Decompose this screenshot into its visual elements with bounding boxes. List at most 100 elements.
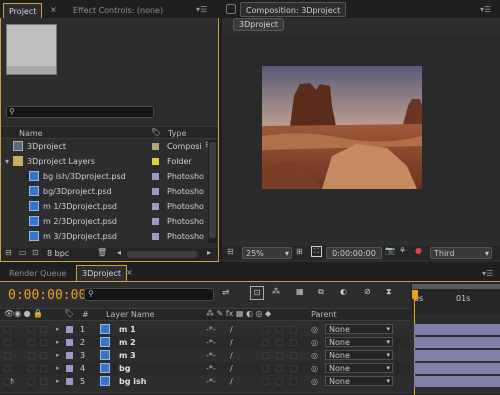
quality-switch-icon[interactable]: / <box>230 336 233 349</box>
pick-whip-icon[interactable]: ◎ <box>311 349 318 362</box>
comp-panel-menu-icon[interactable]: ▾☰ <box>480 5 491 14</box>
tab-project[interactable]: Project <box>3 3 43 18</box>
switch-box[interactable] <box>276 326 283 333</box>
label-swatch[interactable] <box>152 173 159 180</box>
scroll-left-icon[interactable]: ◂ <box>117 248 121 257</box>
solo-toggle[interactable] <box>28 365 35 372</box>
trash-icon[interactable]: 🗑 <box>97 248 107 257</box>
timeline-search-input[interactable]: ⚲ <box>84 288 214 301</box>
switch-box[interactable] <box>276 378 283 385</box>
brainstorm-icon[interactable]: ◐ <box>340 287 347 296</box>
channel-icon[interactable]: ● <box>415 246 422 255</box>
expand-chevron-icon[interactable]: ▸ <box>56 349 60 362</box>
new-folder-icon[interactable]: ▭ <box>19 248 27 257</box>
shy-switch-icon[interactable]: -*- <box>206 362 216 375</box>
expand-chevron-icon[interactable]: ▸ <box>56 362 60 375</box>
layer-row[interactable]: ▸ 1 m 1 -*- / ◎ None <box>0 323 410 336</box>
video-toggle[interactable] <box>4 339 11 346</box>
parent-select[interactable]: None <box>325 376 393 386</box>
time-ruler[interactable]: 0s 01s <box>410 282 500 314</box>
tab-timeline-3dproject[interactable]: 3Dproject <box>76 265 128 281</box>
switch-box[interactable] <box>290 365 297 372</box>
expand-chevron-icon[interactable]: ▸ <box>56 336 60 349</box>
comp-navigator-button[interactable]: 3Dproject <box>233 18 285 31</box>
switch-box[interactable] <box>262 326 269 333</box>
label-swatch[interactable] <box>152 233 159 240</box>
quality-switch-icon[interactable]: / <box>230 362 233 375</box>
comp-mini-flowchart-icon[interactable]: ⇌ <box>222 288 230 298</box>
layer-label-swatch[interactable] <box>66 339 73 346</box>
comp-lock-icon[interactable] <box>226 4 236 14</box>
always-preview-icon[interactable]: ⊟ <box>227 247 234 256</box>
pick-whip-icon[interactable]: ◎ <box>311 323 318 336</box>
project-item[interactable]: ▾ 3Dproject Layers Folder <box>3 155 218 168</box>
project-item[interactable]: bg/3Dproject.psd Photosho <box>3 185 218 198</box>
lock-toggle[interactable] <box>40 378 47 385</box>
switch-box[interactable] <box>276 339 283 346</box>
draft-3d-icon[interactable]: ⊡ <box>250 286 264 300</box>
label-column-icon[interactable]: 🏷 <box>151 128 161 137</box>
project-item[interactable]: bg ish/3Dproject.psd Photosho <box>3 170 218 183</box>
switch-box[interactable] <box>262 352 269 359</box>
parent-select[interactable]: None <box>325 350 393 360</box>
layer-name[interactable]: m 1 <box>119 323 136 336</box>
tab-close-icon[interactable]: × <box>50 5 57 14</box>
switch-box[interactable] <box>290 378 297 385</box>
snapshot-icon[interactable]: 📷 <box>385 246 395 255</box>
tab-composition[interactable]: Composition: 3Dproject <box>240 2 347 17</box>
video-toggle[interactable] <box>4 378 11 385</box>
current-time-indicator[interactable] <box>412 290 418 300</box>
lock-toggle[interactable] <box>40 326 47 333</box>
pick-whip-icon[interactable]: ◎ <box>311 362 318 375</box>
parent-select[interactable]: None <box>325 324 393 334</box>
interpret-footage-icon[interactable]: ⊟ <box>5 248 12 257</box>
pick-whip-icon[interactable]: ◎ <box>311 375 318 388</box>
view-select[interactable]: Third ▾ <box>430 247 492 259</box>
panel-menu-icon[interactable]: ▾☰ <box>196 5 207 14</box>
layer-name-header[interactable]: Layer Name <box>106 310 154 319</box>
layer-row[interactable]: 👁▸5bg ish-*-/◎None <box>0 375 410 388</box>
quality-switch-icon[interactable]: / <box>230 349 233 362</box>
quality-switch-icon[interactable]: / <box>230 375 233 388</box>
tab-effect-controls[interactable]: Effect Controls: (none) <box>68 3 168 18</box>
grid-icon[interactable]: ⊞ <box>296 247 303 256</box>
motion-blur-icon[interactable]: ⧉ <box>318 287 324 297</box>
chevron-down-icon[interactable]: ▾ <box>5 155 9 168</box>
parent-select[interactable]: None <box>325 363 393 373</box>
label-swatch[interactable] <box>152 203 159 210</box>
label-swatch[interactable] <box>152 158 159 165</box>
layer-duration-bar[interactable] <box>414 376 500 387</box>
shy-icon[interactable]: ⁂ <box>272 287 280 296</box>
horizontal-scrollbar[interactable] <box>127 251 197 258</box>
solo-toggle[interactable] <box>28 352 35 359</box>
label-swatch[interactable] <box>152 218 159 225</box>
project-item[interactable]: m 2/3Dproject.psd Photosho <box>3 215 218 228</box>
comp-timecode[interactable]: 0:00:00:00 <box>326 247 382 259</box>
vertical-scrollbar[interactable] <box>208 140 217 243</box>
tab-render-queue[interactable]: Render Queue <box>4 266 71 281</box>
switch-box[interactable] <box>262 378 269 385</box>
layer-duration-bar[interactable] <box>414 350 500 361</box>
shy-switch-icon[interactable]: -*- <box>206 323 216 336</box>
project-item[interactable]: 3Dproject Composi <box>3 140 218 153</box>
layer-name[interactable]: bg ish <box>119 375 146 388</box>
expand-chevron-icon[interactable]: ▸ <box>56 375 60 388</box>
graph-editor-icon[interactable]: ⊘ <box>364 287 371 296</box>
layer-duration-bar[interactable] <box>414 363 500 374</box>
zoom-select[interactable]: 25% ▾ <box>242 247 292 259</box>
parent-header[interactable]: Parent <box>311 310 337 319</box>
switch-box[interactable] <box>276 352 283 359</box>
switch-box[interactable] <box>290 352 297 359</box>
layer-row[interactable]: ▸ 4 bg -*- / ◎ None <box>0 362 410 375</box>
project-item[interactable]: m 3/3Dproject.psd Photosho <box>3 230 218 243</box>
layer-duration-bar[interactable] <box>414 324 500 335</box>
auto-keyframe-icon[interactable]: ⧗ <box>386 287 392 297</box>
layer-label-swatch[interactable] <box>66 365 73 372</box>
timeline-menu-icon[interactable]: ▾☰ <box>482 269 493 278</box>
column-name[interactable]: Name <box>19 129 43 138</box>
pick-whip-icon[interactable]: ◎ <box>311 336 318 349</box>
bpc-label[interactable]: 8 bpc <box>47 249 69 258</box>
work-area-bar[interactable] <box>412 284 500 289</box>
lock-toggle[interactable] <box>40 352 47 359</box>
scroll-right-icon[interactable]: ▸ <box>207 248 211 257</box>
